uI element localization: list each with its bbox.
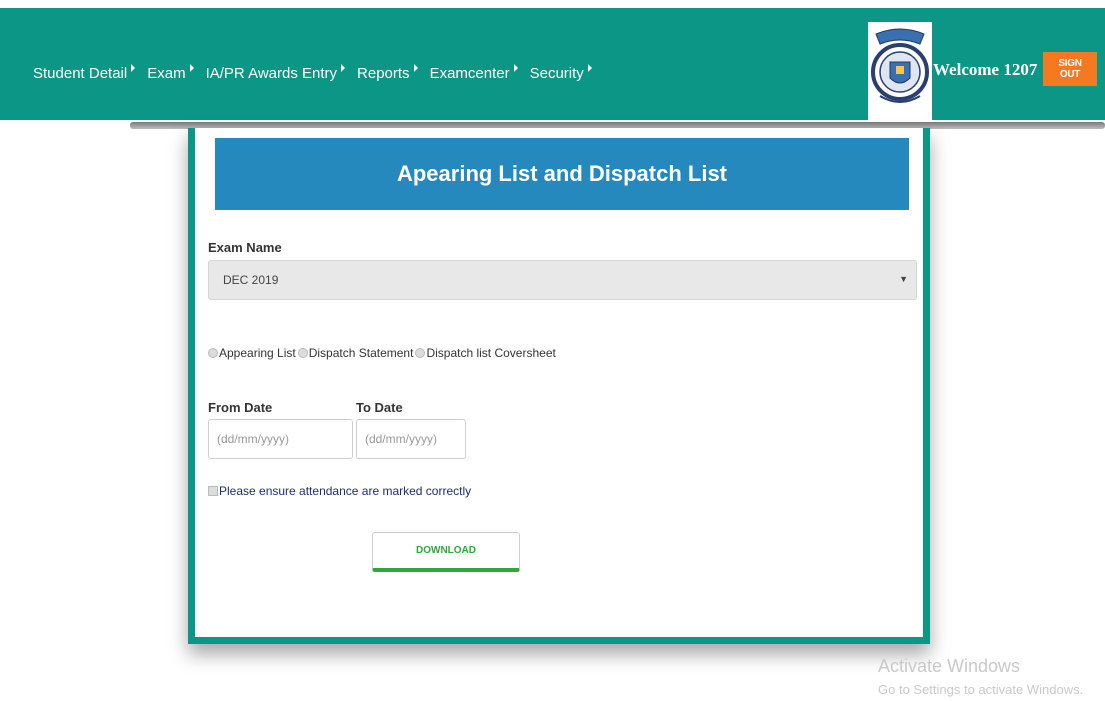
radio-dispatch-coversheet[interactable] — [415, 348, 426, 358]
nav-label: Exam — [147, 65, 186, 82]
nav-examcenter[interactable]: Examcenter — [430, 64, 518, 82]
welcome-text: Welcome 1207 — [933, 60, 1038, 79]
nav-student-detail[interactable]: Student Detail — [33, 64, 136, 82]
download-button[interactable]: DOWNLOAD — [372, 532, 520, 572]
nav-label: IA/PR Awards Entry — [205, 65, 338, 82]
caret-right-icon — [587, 64, 592, 72]
nav-label: Examcenter — [429, 65, 510, 82]
radio-appearing-list[interactable] — [208, 348, 218, 358]
caret-right-icon — [189, 64, 194, 72]
attendance-checkbox[interactable] — [208, 486, 218, 496]
attendance-checkbox-label: Please ensure attendance are marked corr… — [219, 484, 472, 498]
from-date-input[interactable] — [208, 419, 353, 459]
sign-out-button[interactable]: SIGN OUT — [1043, 52, 1097, 86]
nav-label: Security — [529, 65, 584, 82]
radio-dispatch-statement[interactable] — [297, 348, 308, 358]
exam-name-select[interactable]: DEC 2019 ▼ — [208, 260, 917, 300]
list-type-radio-group: Appearing List Dispatch Statement Dispat… — [208, 346, 558, 360]
caret-right-icon — [413, 64, 418, 72]
caret-right-icon — [131, 64, 136, 72]
caret-right-icon — [513, 64, 518, 72]
nav-label: Student Detail — [33, 65, 128, 82]
activate-windows-subtitle: Go to Settings to activate Windows. — [878, 682, 1084, 697]
main-nav: Student Detail Exam IA/PR Awards Entry R… — [33, 64, 592, 82]
attendance-confirm-row: Please ensure attendance are marked corr… — [208, 484, 471, 498]
radio-label-dispatch-statement: Dispatch Statement — [308, 346, 414, 360]
university-logo — [868, 22, 932, 120]
nav-security[interactable]: Security — [530, 64, 592, 82]
exam-name-label: Exam Name — [208, 240, 282, 255]
dispatch-list-card: Apearing List and Dispatch List Exam Nam… — [188, 128, 930, 644]
radio-label-dispatch-coversheet: Dispatch list Coversheet — [426, 346, 556, 360]
from-date-label: From Date — [208, 400, 273, 415]
card-title: Apearing List and Dispatch List — [215, 138, 909, 210]
nav-awards-entry[interactable]: IA/PR Awards Entry — [205, 64, 346, 82]
radio-label-appearing-list: Appearing List — [219, 346, 296, 360]
top-navbar: Student Detail Exam IA/PR Awards Entry R… — [0, 8, 1105, 120]
caret-right-icon — [341, 64, 346, 72]
nav-reports[interactable]: Reports — [357, 64, 418, 82]
dropdown-arrow-icon: ▼ — [899, 274, 908, 284]
activate-windows-title: Activate Windows — [878, 656, 1021, 676]
nav-exam[interactable]: Exam — [147, 64, 194, 82]
to-date-label: To Date — [356, 400, 403, 415]
to-date-input[interactable] — [356, 419, 466, 459]
exam-name-selected-value: DEC 2019 — [223, 273, 279, 287]
nav-label: Reports — [357, 65, 410, 82]
